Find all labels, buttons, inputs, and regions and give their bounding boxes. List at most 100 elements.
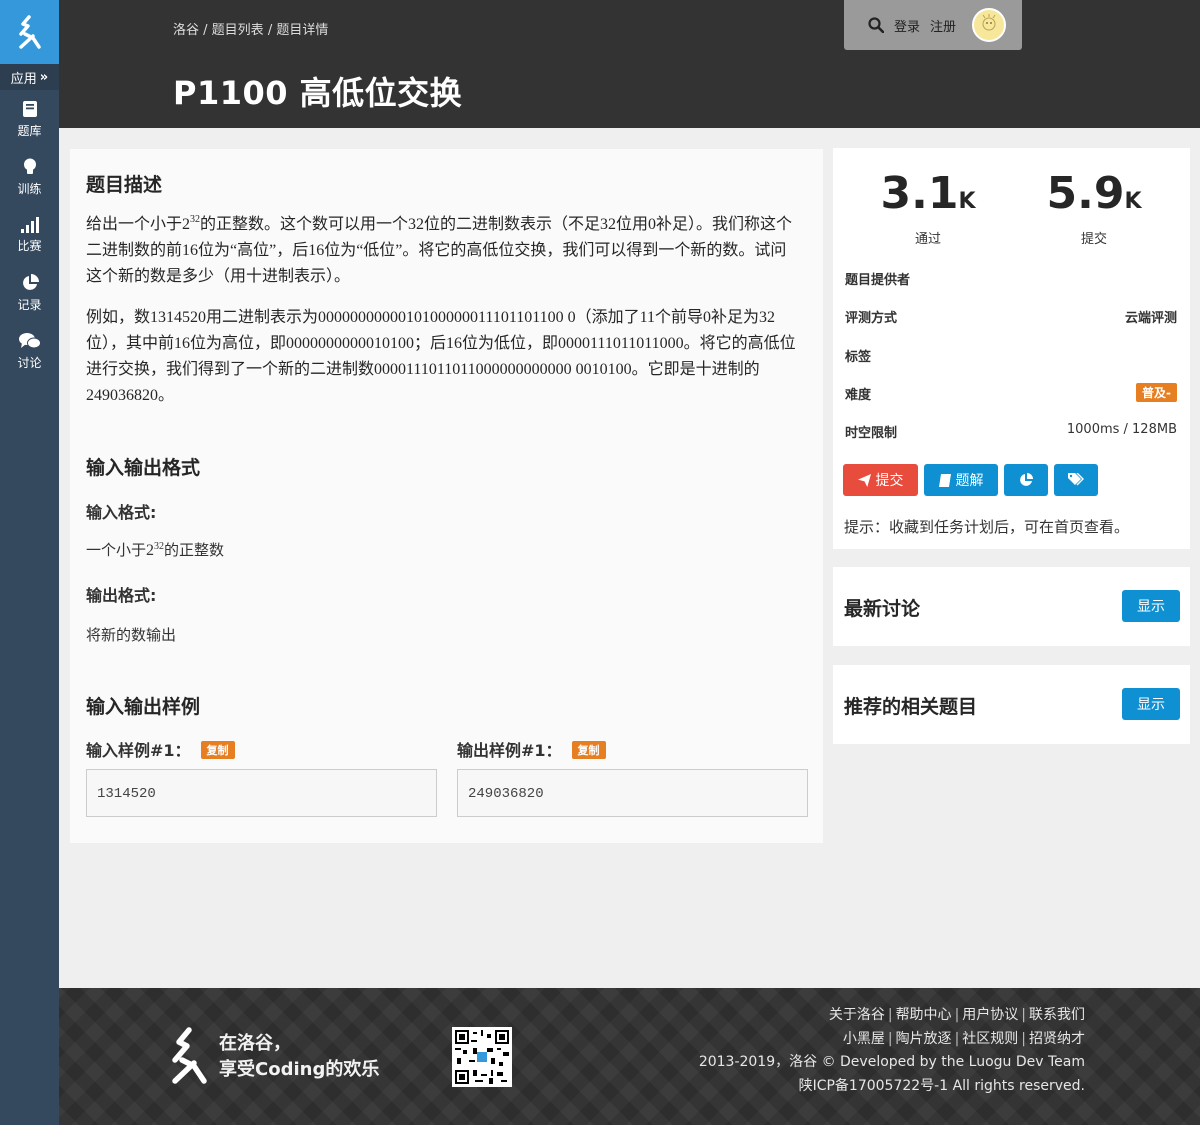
footer-link-rules[interactable]: 社区规则 xyxy=(962,1031,1018,1047)
sidebar-item-records[interactable]: 记录 xyxy=(0,264,59,322)
input-format-text-a: 一个小于 xyxy=(86,541,147,559)
related-problems-card: 推荐的相关题目 显示 xyxy=(833,665,1190,744)
math-base: 2 xyxy=(182,216,191,233)
footer-copyright: 2013-2019，洛谷 © Developed by the Luogu De… xyxy=(698,1054,1085,1070)
footer-link-blacklist[interactable]: 小黑屋 xyxy=(843,1031,885,1047)
judge-value: 云端评测 xyxy=(1124,311,1177,326)
copy-input-button[interactable]: 复制 xyxy=(200,741,235,759)
sidebar-item-label: 训练 xyxy=(17,181,42,196)
judge-label: 评测方式 xyxy=(845,311,898,326)
submitted-label: 提交 xyxy=(1080,232,1107,247)
sample-input-box[interactable]: 1314520 xyxy=(86,769,437,817)
search-icon[interactable] xyxy=(868,17,884,33)
footer-separator: | xyxy=(1021,1030,1026,1047)
difficulty-label: 难度 xyxy=(845,388,872,403)
footer-link-contact[interactable]: 联系我们 xyxy=(1029,1007,1085,1023)
register-link[interactable]: 注册 xyxy=(930,16,956,35)
math-exponent: 32 xyxy=(190,214,201,225)
luogu-logo-icon xyxy=(18,15,41,49)
sample-input-label: 输入样例#1： 复制 xyxy=(86,737,235,761)
page-header: 洛谷 / 题目列表 / 题目详情 P1100 高低位交换 登录 注册 xyxy=(59,0,1200,128)
footer-separator: | xyxy=(887,1007,893,1023)
sidebar-item-discuss[interactable]: 讨论 xyxy=(0,322,59,380)
signal-bars-icon xyxy=(20,216,39,233)
avatar[interactable] xyxy=(972,8,1007,42)
footer-separator: | xyxy=(887,1030,893,1047)
footer-link-help[interactable]: 帮助中心 xyxy=(896,1007,952,1023)
sample-output-box[interactable]: 249036820 xyxy=(457,769,808,817)
input-format-text: 一个小于232的正整数 xyxy=(86,539,224,560)
breadcrumb-current: 题目详情 xyxy=(276,23,329,38)
footer-link-ostracism[interactable]: 陶片放逐 xyxy=(896,1031,952,1047)
book-icon xyxy=(938,473,951,487)
math-exponent: 32 xyxy=(154,541,165,552)
latest-discussion-title: 最新讨论 xyxy=(844,598,921,620)
login-link[interactable]: 登录 xyxy=(894,16,920,35)
double-chevron-right-icon: » xyxy=(39,69,49,85)
sidebar-item-training[interactable]: 训练 xyxy=(0,148,59,206)
footer-link-agreement[interactable]: 用户协议 xyxy=(962,1007,1018,1023)
sidebar-item-label: 记录 xyxy=(17,297,42,312)
pie-chart-icon xyxy=(22,273,39,290)
tags-label: 标签 xyxy=(845,350,872,365)
passed-count: 3.1 xyxy=(880,168,959,219)
limit-label: 时空限制 xyxy=(845,426,898,441)
sidebar-item-label: 讨论 xyxy=(17,355,42,370)
luogu-footer-logo-icon xyxy=(172,1027,207,1084)
footer-links: 关于洛谷 | 帮助中心 | 用户协议 | 联系我们 小黑屋 | 陶片放逐 | 社区规则 | 招贤纳才 2… xyxy=(699,1004,1085,1098)
footer-link-about[interactable]: 关于洛谷 xyxy=(829,1007,885,1023)
user-box: 登录 注册 xyxy=(844,0,1022,50)
sidebar: 应用 » 题库 训练 比赛 记录 讨论 xyxy=(0,0,59,1125)
submitted-count: 5.9 xyxy=(1046,168,1125,219)
sidebar-item-problems[interactable]: 题库 xyxy=(0,90,59,148)
lightbulb-icon xyxy=(23,158,36,174)
problem-info-card: 3.1K 通过 5.9K 提交 题目提供者 评测方式 云端评测 标签 难度 普及… xyxy=(833,148,1190,549)
submitted-stat: 5.9K 提交 xyxy=(1024,168,1164,247)
sidebar-item-contests[interactable]: 比赛 xyxy=(0,206,59,264)
sample-input-label-text: 输入样例#1： xyxy=(86,741,191,760)
submitted-unit: K xyxy=(1124,189,1142,214)
footer-slogan: 在洛谷， 享受Coding的欢乐 xyxy=(219,1031,379,1083)
statistics-button[interactable] xyxy=(1004,464,1048,496)
footer-links-row-2: 小黑屋 | 陶片放逐 | 社区规则 | 招贤纳才 xyxy=(699,1028,1085,1052)
problem-card: 题目描述 给出一个小于232的正整数。这个数可以用一个32位的二进制数表示（不足… xyxy=(70,149,823,843)
breadcrumb-separator: / xyxy=(203,23,212,38)
submit-button[interactable]: 提交 xyxy=(843,464,918,496)
description-paragraph-1: 给出一个小于232的正整数。这个数可以用一个32位的二进制数表示（不足32位用0… xyxy=(86,212,802,290)
slogan-line-2: 享受Coding的欢乐 xyxy=(219,1059,380,1080)
solution-button[interactable]: 题解 xyxy=(924,464,998,496)
sidebar-item-label: 比赛 xyxy=(17,238,42,253)
footer-icp[interactable]: 陕ICP备17005722号-1 All rights reserved. xyxy=(699,1075,1085,1099)
tags-icon xyxy=(1068,473,1084,486)
latest-discussion-card: 最新讨论 显示 xyxy=(833,567,1190,646)
description-title: 题目描述 xyxy=(86,174,163,196)
footer-link-jobs[interactable]: 招贤纳才 xyxy=(1029,1031,1085,1047)
show-discussion-button[interactable]: 显示 xyxy=(1122,590,1180,622)
related-problems-title: 推荐的相关题目 xyxy=(844,696,978,718)
breadcrumb: 洛谷 / 题目列表 / 题目详情 xyxy=(173,19,328,38)
limit-value: 1000ms / 128MB xyxy=(1066,422,1177,437)
footer-links-row-1: 关于洛谷 | 帮助中心 | 用户协议 | 联系我们 xyxy=(699,1004,1085,1028)
passed-unit: K xyxy=(958,189,976,214)
output-format-label: 输出格式: xyxy=(86,586,157,605)
difficulty-badge: 普及- xyxy=(1136,383,1177,402)
samples-title: 输入输出样例 xyxy=(86,696,201,718)
sidebar-item-label: 题库 xyxy=(17,123,42,138)
book-icon xyxy=(22,100,37,117)
footer-separator: | xyxy=(954,1030,960,1047)
math-base: 2 xyxy=(146,542,155,559)
luogu-logo[interactable] xyxy=(0,0,59,64)
copy-output-button[interactable]: 复制 xyxy=(571,741,606,759)
footer-separator: | xyxy=(1021,1007,1026,1023)
page-title: P1100 高低位交换 xyxy=(173,74,463,112)
app-menu-button[interactable]: 应用 » xyxy=(0,64,59,90)
passed-label: 通过 xyxy=(914,232,941,247)
tags-button[interactable] xyxy=(1054,464,1098,496)
breadcrumb-home[interactable]: 洛谷 xyxy=(173,23,199,38)
passed-stat: 3.1K 通过 xyxy=(858,168,998,247)
show-related-button[interactable]: 显示 xyxy=(1122,688,1180,720)
app-menu-label: 应用 xyxy=(10,71,37,87)
pie-chart-icon xyxy=(1020,473,1033,486)
paper-plane-icon xyxy=(857,473,871,487)
breadcrumb-problem-list[interactable]: 题目列表 xyxy=(212,23,264,38)
